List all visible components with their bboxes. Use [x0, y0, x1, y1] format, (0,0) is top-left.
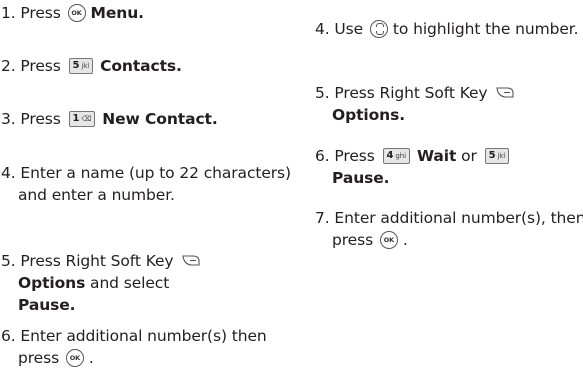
key-5-icon: 5 jkl — [484, 147, 510, 164]
step-number: 3. — [1, 110, 16, 128]
step-6: 6. Enter additional number(s) then press… — [1, 327, 267, 367]
step-5-right: 5. Press Right Soft Key Options. — [315, 82, 583, 126]
key-4-icon: 4 ghi — [382, 147, 410, 164]
step-4-right: 4. Use to highlight the number. — [315, 18, 583, 40]
right-soft-key-icon — [182, 255, 200, 266]
ok-key-icon: OK — [65, 348, 84, 367]
ok-key-icon: OK — [67, 3, 86, 22]
step-verb: Press — [20, 110, 61, 128]
step-verb: Press — [334, 147, 375, 165]
step-number: 4. — [1, 164, 16, 182]
or-label: or — [461, 147, 477, 165]
step-5: 5. Press Right Soft Key Options and sele… — [1, 250, 308, 316]
menu-label: Menu. — [90, 4, 145, 22]
contacts-label: Contacts. — [100, 57, 182, 75]
step-3: 3. Press 1voicemail⌫ New Contact. — [1, 108, 308, 130]
step-7-right: 7. Enter additional number(s), then pres… — [315, 207, 583, 251]
key-1-icon: 1voicemail⌫ — [68, 110, 96, 127]
right-soft-key-icon — [496, 87, 514, 98]
step-4: 4. Enter a name (up to 22 characters) an… — [1, 162, 308, 206]
step-number: 5. — [315, 84, 330, 102]
new-contact-label: New Contact. — [102, 110, 218, 128]
step-6-right: 6. Press 4 ghi Wait or 5 jkl Pause. — [315, 145, 583, 189]
step-text: Enter additional number(s), then press — [332, 209, 583, 249]
step-number: 4. — [315, 20, 330, 38]
step-number: 6. — [315, 147, 330, 165]
step-text: to highlight the number. — [392, 20, 579, 38]
step-number: 1. — [1, 4, 16, 22]
step-text: Press Right Soft Key — [20, 252, 174, 270]
pause-label: Pause. — [332, 169, 390, 187]
step-text: Enter additional number(s) then press — [18, 327, 267, 367]
step-verb: Press — [20, 4, 61, 22]
ok-key-icon: OK — [379, 230, 398, 249]
step-number: 7. — [315, 209, 330, 227]
step-text-mid: and select — [90, 274, 170, 292]
step-2: 2. Press 5 jkl Contacts. — [1, 55, 308, 77]
step-verb: Use — [334, 20, 364, 38]
step-number: 5. — [1, 252, 16, 270]
step-1: 1. Press OK Menu. — [1, 2, 308, 24]
options-label: Options. — [332, 106, 405, 124]
step-number: 2. — [1, 57, 16, 75]
wait-label: Wait — [416, 147, 457, 165]
key-5-icon: 5 jkl — [68, 57, 94, 74]
step-text: Enter a name (up to 22 characters) and e… — [18, 164, 291, 204]
options-label: Options — [18, 274, 86, 292]
pause-label: Pause. — [18, 296, 76, 314]
step-text: Press Right Soft Key — [334, 84, 488, 102]
instruction-page: 1. Press OK Menu. 2. Press 5 jkl Contacts. … — [0, 0, 583, 371]
step-number: 6. — [1, 327, 16, 345]
step-verb: Press — [20, 57, 61, 75]
navigation-key-icon — [369, 19, 388, 38]
